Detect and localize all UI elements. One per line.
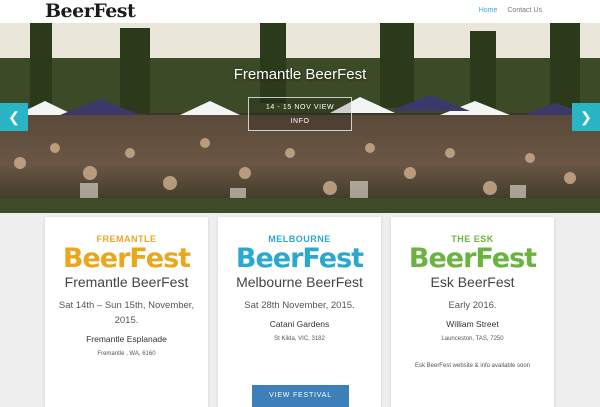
festival-note: Esk BeerFest website & info available so… [414, 363, 531, 369]
nav-contact-us[interactable]: Contact Us [507, 7, 542, 14]
festival-address: Launceston, TAS, 7250 [441, 336, 504, 342]
festival-venue: William Street [446, 319, 499, 329]
site-logo[interactable]: BeerFest [45, 1, 136, 22]
view-info-button[interactable]: 14 - 15 NOV VIEW INFO [248, 97, 352, 131]
festival-venue: Fremantle Esplanade [86, 334, 167, 344]
hero-slider: Fremantle BeerFest 14 - 15 NOV VIEW INFO… [0, 23, 600, 213]
chevron-left-icon: ❮ [8, 109, 20, 125]
fremantle-logo-wordmark: BeerFest [62, 243, 191, 274]
festival-venue: Catani Gardens [269, 319, 330, 329]
view-info-label-line2: INFO [290, 118, 310, 125]
view-info-label-line1: 14 - 15 NOV VIEW [265, 104, 335, 111]
festival-date: Sat 28th November, 2015. [244, 300, 355, 311]
hero-title: Fremantle BeerFest [233, 66, 367, 83]
melbourne-logo-wordmark: BeerFest [235, 243, 364, 274]
esk-logo-wordmark: BeerFest [408, 243, 537, 274]
festival-date: Sat 14th – Sun 15th, November, 2015. [58, 300, 195, 326]
chevron-right-icon: ❯ [580, 109, 592, 125]
festival-card-esk: THE ESK BeerFest Esk BeerFest Early 2016… [391, 217, 554, 407]
festival-name: Melbourne BeerFest [236, 274, 363, 290]
top-bar: BeerFest Home Contact Us [0, 0, 600, 23]
festival-date: Early 2016. [448, 300, 497, 311]
next-slide-button[interactable]: ❯ [572, 103, 600, 131]
festival-card-melbourne: MELBOURNE BeerFest Melbourne BeerFest Sa… [218, 217, 381, 407]
festival-address: Fremantle , WA, 6160 [97, 351, 156, 357]
festival-address: St Kilda, VIC, 3182 [274, 336, 325, 342]
main-nav: Home Contact Us [479, 7, 542, 14]
festival-name: Fremantle BeerFest [64, 274, 189, 290]
festival-card-fremantle: FREMANTLE BeerFest Fremantle BeerFest Sa… [45, 217, 208, 407]
festival-name: Esk BeerFest [430, 274, 515, 290]
view-festival-button[interactable]: VIEW FESTIVAL [252, 385, 349, 407]
prev-slide-button[interactable]: ❮ [0, 103, 28, 131]
nav-home[interactable]: Home [479, 7, 498, 14]
